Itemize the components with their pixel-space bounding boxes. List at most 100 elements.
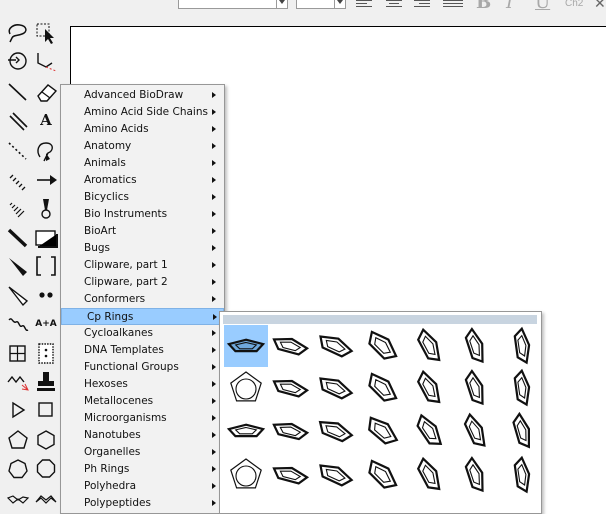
cp-ring-template-icon[interactable] [224,454,268,496]
menu-item-advanced-biodraw[interactable]: Advanced BioDraw [61,87,224,104]
stamp-tool-icon[interactable] [32,368,60,396]
tlc-plate-icon[interactable] [32,339,60,367]
lasso-tool-icon[interactable] [4,18,32,46]
cp-ring-template-icon[interactable] [360,325,404,367]
hexagon-ring-icon[interactable] [32,426,60,454]
cp-ring-template-icon[interactable] [407,410,451,452]
cp-ring-template-icon[interactable] [313,367,357,409]
caption-formula-button[interactable]: Ch2 [565,0,583,9]
dashed-bond-icon[interactable] [4,137,32,165]
cp-ring-template-icon[interactable] [453,454,497,496]
menu-item-amino-acid-side-chains[interactable]: Amino Acid Side Chains [61,104,224,121]
cp-ring-template-icon[interactable] [453,367,497,409]
play-triangle-icon[interactable] [4,396,32,424]
menu-item-metallocenes[interactable]: Metallocenes [61,393,224,410]
menu-item-clipware-part-2[interactable]: Clipware, part 2 [61,274,224,291]
align-center-icon[interactable] [386,0,406,10]
menu-item-bicyclics[interactable]: Bicyclics [61,189,224,206]
cp-ring-template-icon[interactable] [360,367,404,409]
menu-item-bugs[interactable]: Bugs [61,240,224,257]
text-tool[interactable]: A [32,107,60,135]
pentagon-ring-icon[interactable] [4,426,32,454]
cp-ring-template-icon[interactable] [268,410,312,452]
table-tool-icon[interactable] [4,339,32,367]
cp-ring-template-icon[interactable] [224,367,268,409]
hollow-wedge-bond-icon[interactable] [4,281,32,309]
gallery-tearoff-bar[interactable] [223,315,537,324]
menu-item-amino-acids[interactable]: Amino Acids [61,121,224,138]
heptagon-ring-icon[interactable] [4,455,32,483]
pen-tool-icon[interactable] [32,137,60,165]
font-combo[interactable] [178,0,288,9]
cp-ring-template-icon[interactable] [453,410,497,452]
cp-ring-template-icon[interactable] [360,410,404,452]
menu-item-aromatics[interactable]: Aromatics [61,172,224,189]
align-left-icon[interactable] [356,0,376,10]
size-combo[interactable] [296,0,346,9]
underline-icon[interactable]: U [535,0,550,13]
atom-map-tool[interactable]: A+A [32,310,60,338]
cp-ring-template-icon[interactable] [500,454,544,496]
eraser-bond-icon[interactable] [32,47,60,75]
menu-item-anatomy[interactable]: Anatomy [61,138,224,155]
cp-ring-template-icon[interactable] [313,454,357,496]
close-icon[interactable]: ✕ [594,0,606,12]
cp-ring-template-icon[interactable] [268,454,312,496]
hashed-bond-icon[interactable] [4,166,32,194]
cyclohexane-chair-icon[interactable] [4,484,32,512]
menu-item-cycloalkanes[interactable]: Cycloalkanes [61,325,224,342]
arrow-tool-icon[interactable] [32,166,60,194]
cp-ring-template-icon[interactable] [313,325,357,367]
italic-icon[interactable]: I [506,0,513,13]
menu-item-polypeptides[interactable]: Polypeptides [61,495,224,512]
menu-item-nanotubes[interactable]: Nanotubes [61,427,224,444]
octagon-ring-icon[interactable] [32,455,60,483]
cp-ring-template-icon[interactable] [268,367,312,409]
chevron-down-icon[interactable] [276,0,287,8]
cp-ring-template-icon[interactable] [500,325,544,367]
rotate-tool-icon[interactable] [4,47,32,75]
cp-ring-template-icon[interactable] [407,367,451,409]
menu-item-microorganisms[interactable]: Microorganisms [61,410,224,427]
cp-ring-template-icon[interactable] [224,325,268,367]
chevron-down-icon[interactable] [334,0,345,8]
menu-item-conformers[interactable]: Conformers [61,291,224,308]
cp-ring-template-icon[interactable] [224,410,268,452]
menu-item-functional-groups[interactable]: Functional Groups [61,359,224,376]
single-bond-icon[interactable] [4,78,32,106]
wavy-bond-icon[interactable] [4,310,32,338]
menu-item-clipware-part-1[interactable]: Clipware, part 1 [61,257,224,274]
cyclohexane-boat-icon[interactable] [32,484,60,512]
cp-ring-template-icon[interactable] [407,325,451,367]
cp-ring-template-icon[interactable] [453,325,497,367]
menu-item-animals[interactable]: Animals [61,155,224,172]
hashed-wedge-bond-icon[interactable] [4,195,32,223]
menu-item-hexoses[interactable]: Hexoses [61,376,224,393]
select-arrow-icon[interactable] [32,18,60,46]
cp-ring-template-icon[interactable] [313,410,357,452]
bold-icon[interactable]: B [476,0,491,13]
menu-item-cp-rings[interactable]: Cp Rings [61,308,224,325]
menu-item-ph-rings[interactable]: Ph Rings [61,461,224,478]
orbital-tool-icon[interactable] [32,195,60,223]
cp-ring-template-icon[interactable] [500,410,544,452]
menu-item-polyhedra[interactable]: Polyhedra [61,478,224,495]
cp-ring-template-icon[interactable] [360,454,404,496]
cp-ring-template-icon[interactable] [407,454,451,496]
align-right-icon[interactable] [414,0,434,10]
rectangle-tool-icon[interactable] [32,224,60,252]
align-justify-icon[interactable] [443,0,463,10]
electron-dots-icon[interactable] [32,281,60,309]
menu-item-bioart[interactable]: BioArt [61,223,224,240]
eraser-icon[interactable] [32,78,60,106]
menu-item-dna-templates[interactable]: DNA Templates [61,342,224,359]
bold-bond-icon[interactable] [4,224,32,252]
cp-ring-template-icon[interactable] [268,325,312,367]
menu-item-bio-instruments[interactable]: Bio Instruments [61,206,224,223]
multiple-bond-icon[interactable] [4,107,32,135]
square-ring-icon[interactable] [32,396,60,424]
cp-ring-template-icon[interactable] [500,367,544,409]
brackets-tool-icon[interactable] [32,252,60,280]
menu-item-organelles[interactable]: Organelles [61,444,224,461]
chain-tool-icon[interactable] [4,368,32,396]
